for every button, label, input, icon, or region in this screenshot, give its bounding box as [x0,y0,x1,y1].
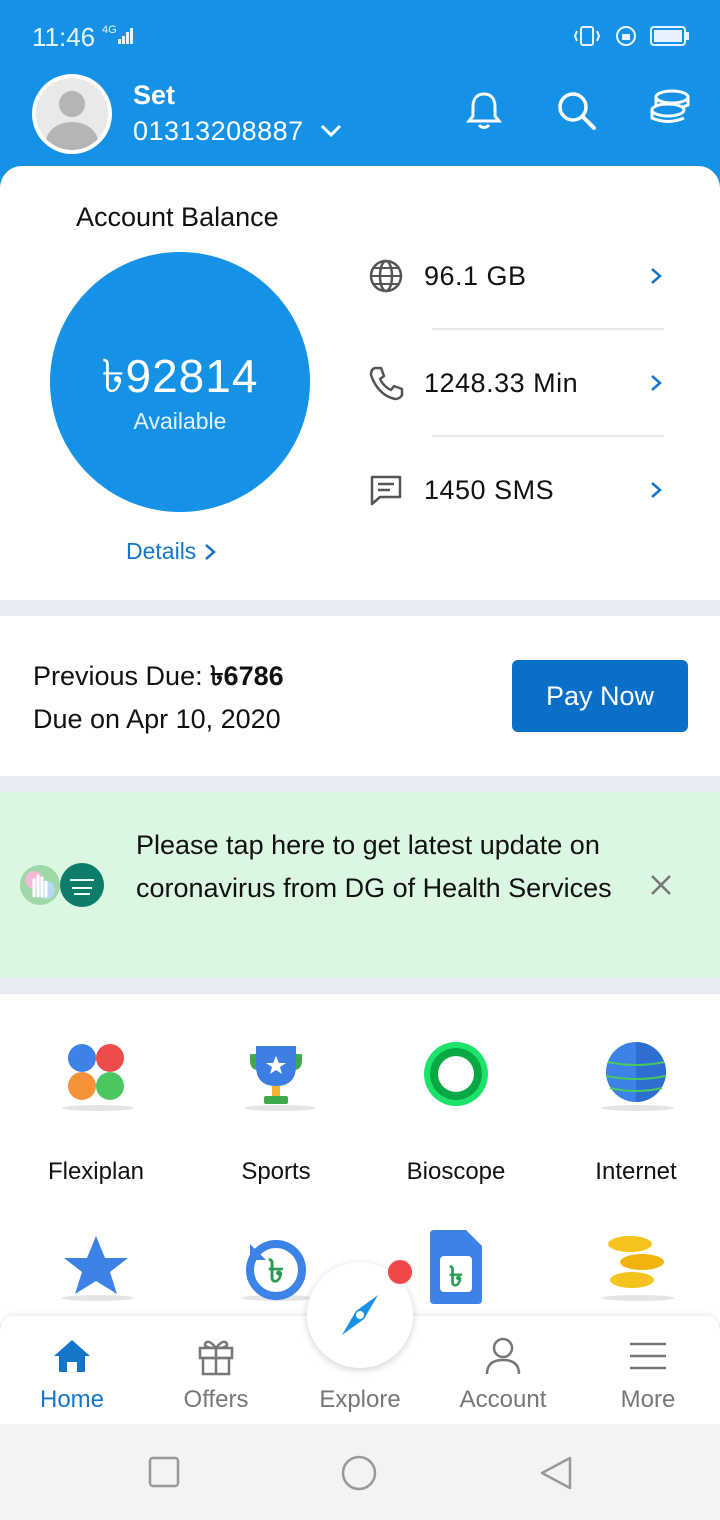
service-internet[interactable]: Internet [551,1034,720,1186]
sms-icon [370,475,402,506]
trophy-icon [244,1046,316,1111]
previous-due: Previous Due: ৳6786 [33,656,284,701]
usage-data-row[interactable]: 96.1 GB [366,246,666,306]
back-icon[interactable] [538,1454,574,1492]
due-label: Previous Due: [33,661,203,691]
user-name: Set [133,80,176,110]
balance-circle[interactable]: ৳92814 Available [50,252,310,512]
status-time: 11:46 [32,22,96,52]
chevron-down-icon[interactable] [320,124,342,138]
balance-card: Account Balance ৳92814 Available Details… [0,166,720,600]
service-sports[interactable]: Sports [191,1034,361,1186]
usage-value: 1248.33 Min [424,367,579,398]
chevron-right-icon [651,375,662,391]
health-logo-icon [20,863,104,907]
globe-icon [602,1042,674,1111]
chevron-right-icon [205,543,217,560]
menu-icon [630,1342,666,1370]
balance-available-label: Available [133,408,227,434]
avatar[interactable] [32,74,112,154]
home-circle-icon[interactable] [340,1454,378,1492]
usage-sms-row[interactable]: 1450 SMS [366,460,666,520]
nav-label: Account [459,1386,547,1413]
pay-now-button[interactable]: Pay Now [512,660,688,732]
details-label: Details [126,538,197,564]
usage-value: 1450 SMS [424,474,555,505]
notification-dot [388,1260,412,1284]
divider [432,328,664,330]
star-icon[interactable] [56,1230,136,1310]
bell-icon[interactable] [462,88,506,132]
battery-icon [650,26,689,46]
covid-banner[interactable]: Please tap here to get latest update on … [0,792,720,978]
chevron-right-icon [651,482,662,498]
svg-text:৳: ৳ [449,1260,463,1293]
nav-label: More [620,1386,676,1413]
recharge-icon[interactable]: ৳ [236,1230,316,1310]
nav-label: Offers [183,1386,249,1413]
svg-text:৳: ৳ [268,1252,284,1290]
balance-amount: ৳92814 [101,350,259,402]
coins-icon[interactable] [648,88,692,132]
globe-icon [369,259,403,293]
usage-minutes-row[interactable]: 1248.33 Min [366,353,666,413]
status-bar: 11:46 4G [0,0,720,72]
coins-icon[interactable] [596,1230,676,1310]
compass-icon [342,1295,378,1335]
network-type: 4G [102,24,117,36]
gift-icon [198,1340,234,1376]
signal-icon [118,28,133,44]
bioscope-icon [424,1042,488,1106]
due-card: Previous Due: ৳6786 Due on Apr 10, 2020 … [0,616,720,776]
phone-number[interactable]: 01313208887 [133,116,304,147]
status-icons [572,24,690,48]
details-link[interactable]: Details [126,538,217,565]
chevron-right-icon [651,268,662,284]
divider [432,435,664,437]
nav-label: Home [39,1386,105,1413]
covid-banner-text: Please tap here to get latest update on … [136,830,612,903]
nav-offers[interactable]: Offers [144,1316,288,1424]
flexiplan-icon [62,1044,134,1111]
search-icon[interactable] [554,88,598,132]
rotation-lock-icon [616,26,636,46]
balance-title: Account Balance [76,202,279,232]
nav-home[interactable]: Home [0,1316,144,1424]
home-icon [54,1340,90,1372]
due-date: Due on Apr 10, 2020 [33,704,281,734]
user-icon [485,1337,521,1375]
nav-more[interactable]: More [576,1316,720,1424]
vibrate-icon [573,26,601,46]
service-label: Flexiplan [47,1158,145,1185]
due-amount: ৳6786 [210,661,284,691]
service-bioscope[interactable]: Bioscope [371,1034,541,1186]
user-silhouette-icon [46,91,98,150]
sim-icon[interactable]: ৳ [416,1226,496,1310]
service-label: Internet [595,1158,677,1185]
phone-icon [369,366,404,401]
service-label: Sports [241,1158,311,1185]
system-nav-bar [0,1424,720,1520]
close-icon[interactable] [648,872,674,898]
service-flexiplan[interactable]: Flexiplan [11,1034,181,1186]
nav-account[interactable]: Account [431,1316,575,1424]
service-label: Bioscope [406,1158,506,1185]
usage-value: 96.1 GB [424,260,527,291]
nav-label: Explore [319,1386,401,1413]
recents-icon[interactable] [148,1456,180,1488]
